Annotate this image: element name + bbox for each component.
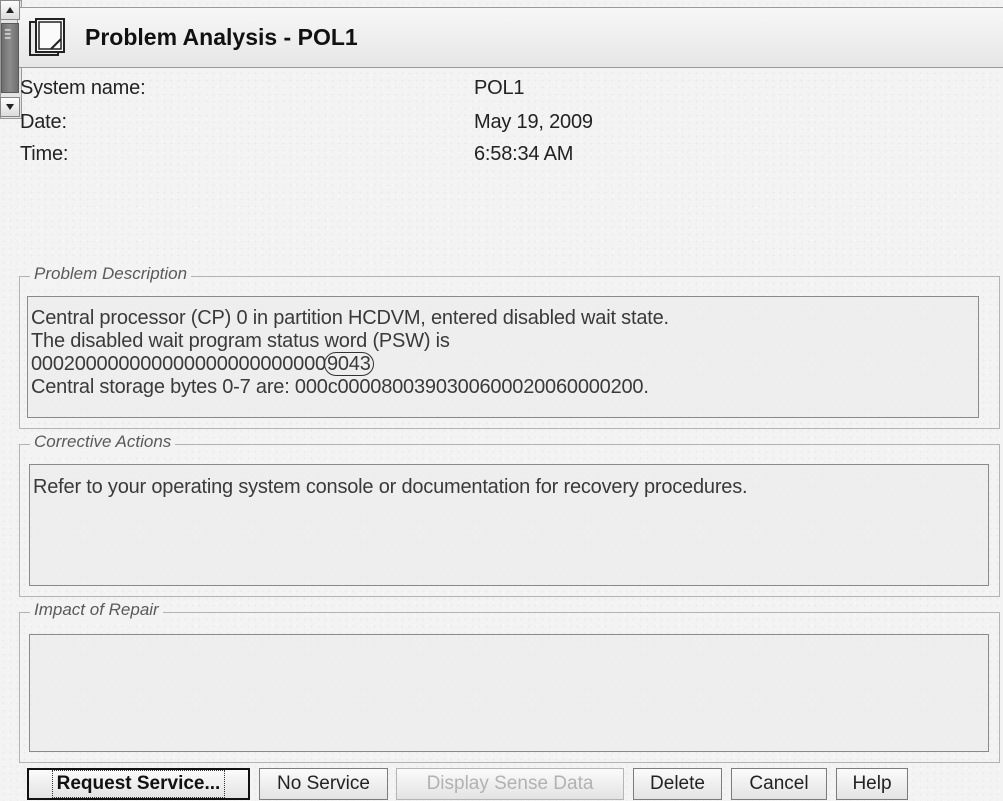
cancel-button[interactable]: Cancel bbox=[731, 768, 827, 800]
time-value: 6:58:34 AM bbox=[474, 143, 574, 165]
system-name-label: System name: bbox=[20, 77, 146, 99]
document-icon bbox=[29, 18, 65, 56]
grip-icon: ━ ━ ━ bbox=[5, 25, 11, 43]
system-name-value: POL1 bbox=[474, 77, 525, 99]
date-label: Date: bbox=[20, 111, 67, 133]
scroll-up-button[interactable] bbox=[0, 0, 20, 20]
request-service-button[interactable]: Request Service... bbox=[27, 768, 250, 800]
title-bar: Problem Analysis - POL1 bbox=[17, 7, 1003, 68]
no-service-button[interactable]: No Service bbox=[259, 768, 388, 800]
arrow-down-icon bbox=[6, 104, 14, 110]
display-sense-data-button[interactable]: Display Sense Data bbox=[396, 768, 624, 800]
psw-prefix: 000200000000000000000000000 bbox=[31, 353, 326, 375]
psw-wait-code: 9043 bbox=[323, 352, 374, 376]
psw-line: 0002000000000000000000000009043 bbox=[31, 352, 669, 376]
request-service-label: Request Service... bbox=[51, 770, 226, 798]
corrective-actions-text[interactable]: Refer to your operating system console o… bbox=[29, 464, 989, 586]
corrective-actions-legend: Corrective Actions bbox=[30, 432, 176, 452]
description-line-1: Central processor (CP) 0 in partition HC… bbox=[31, 307, 669, 329]
description-line-2: The disabled wait program status word (P… bbox=[31, 330, 450, 352]
window-title: Problem Analysis - POL1 bbox=[85, 24, 358, 50]
impact-of-repair-text[interactable] bbox=[29, 634, 989, 752]
corrective-actions-line: Refer to your operating system console o… bbox=[33, 476, 748, 498]
delete-button[interactable]: Delete bbox=[633, 768, 722, 800]
time-label: Time: bbox=[20, 143, 69, 165]
arrow-up-icon bbox=[6, 7, 14, 13]
problem-description-legend: Problem Description bbox=[30, 264, 192, 284]
impact-of-repair-legend: Impact of Repair bbox=[30, 600, 163, 620]
storage-line: Central storage bytes 0-7 are: 000c00008… bbox=[31, 376, 649, 398]
date-value: May 19, 2009 bbox=[474, 111, 593, 133]
problem-description-text[interactable]: Central processor (CP) 0 in partition HC… bbox=[27, 296, 979, 418]
problem-description-scrollbar[interactable]: ━ ━ ━ bbox=[0, 0, 22, 119]
help-button[interactable]: Help bbox=[836, 768, 908, 800]
scroll-down-button[interactable] bbox=[0, 97, 20, 117]
